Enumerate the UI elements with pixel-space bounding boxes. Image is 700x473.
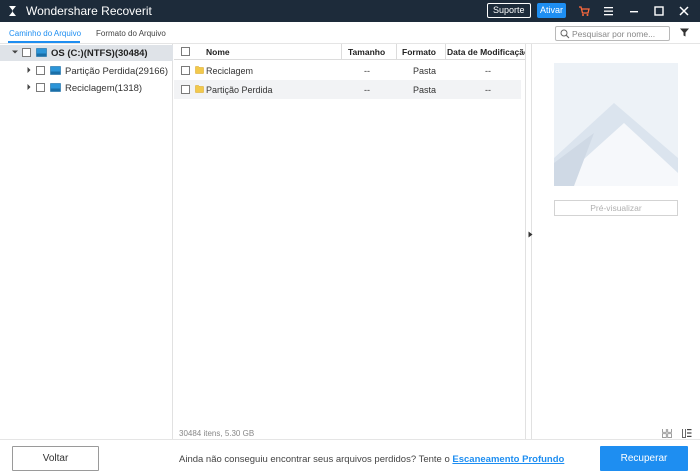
table-row[interactable]: Reciclagem -- Pasta -- [174, 61, 521, 80]
tree-checkbox[interactable] [36, 66, 45, 75]
partition-icon [50, 66, 61, 75]
item-count-status: 30484 itens, 5.30 GB [179, 429, 255, 438]
tree-item-label: Partição Perdida(29166) [65, 66, 168, 77]
list-view-icon[interactable] [682, 428, 692, 438]
chevron-right-icon[interactable] [25, 83, 33, 91]
menu-icon[interactable] [601, 3, 617, 19]
cell-format: Pasta [413, 66, 437, 76]
file-table: Nome Tamanho Formato Data de Modificação… [174, 44, 529, 429]
maximize-icon[interactable] [651, 3, 667, 19]
cell-date: -- [485, 66, 491, 76]
title-bar: Wondershare Recoverit [0, 0, 700, 22]
row-checkbox[interactable] [181, 85, 190, 94]
cart-icon[interactable] [576, 3, 592, 19]
cell-name: Reciclagem [206, 66, 254, 76]
deep-scan-message: Ainda não conseguiu encontrar seus arqui… [179, 454, 453, 465]
cell-size: -- [364, 66, 370, 76]
recover-button[interactable]: Recuperar [600, 446, 688, 471]
column-header-date[interactable]: Data de Modificação [447, 47, 529, 57]
minimize-icon[interactable] [626, 3, 642, 19]
chevron-right-icon[interactable] [25, 66, 33, 74]
preview-button[interactable]: Pré-visualizar [554, 200, 678, 216]
activate-button[interactable]: Ativar [537, 3, 566, 18]
deep-scan-link[interactable]: Escaneamento Profundo [452, 454, 564, 465]
drive-icon [36, 48, 47, 57]
app-title: Wondershare Recoverit [26, 4, 152, 18]
tree-checkbox[interactable] [36, 83, 45, 92]
search-box[interactable] [555, 26, 670, 41]
select-all-checkbox[interactable] [181, 47, 190, 56]
support-button[interactable]: Suporte [487, 3, 531, 18]
preview-placeholder-image [554, 63, 678, 186]
cell-name: Partição Perdida [206, 85, 273, 95]
column-header-name[interactable]: Nome [206, 47, 230, 57]
folder-icon [195, 66, 204, 74]
table-row[interactable]: Partição Perdida -- Pasta -- [174, 80, 521, 99]
active-tab-indicator [8, 41, 80, 43]
tree-item-label: Reciclagem(1318) [65, 83, 143, 94]
column-separator[interactable] [341, 44, 342, 60]
status-bar: 30484 itens, 5.30 GB [174, 429, 700, 439]
search-icon [560, 29, 570, 39]
cell-date: -- [485, 85, 491, 95]
tree-item-label: OS (C:)(NTFS)(30484) [51, 48, 148, 59]
chevron-down-icon[interactable] [11, 48, 19, 56]
column-separator[interactable] [445, 44, 446, 60]
cell-size: -- [364, 85, 370, 95]
tab-file-path[interactable]: Caminho do Arquivo [9, 29, 81, 38]
column-header-size[interactable]: Tamanho [348, 47, 385, 57]
search-input[interactable] [572, 28, 667, 39]
filter-icon[interactable] [679, 27, 690, 38]
deep-scan-prompt: Ainda não conseguiu encontrar seus arqui… [179, 454, 564, 465]
column-separator[interactable] [396, 44, 397, 60]
back-button[interactable]: Voltar [12, 446, 99, 471]
tree-checkbox[interactable] [22, 48, 31, 57]
tab-file-format[interactable]: Formato do Arquivo [96, 29, 166, 38]
partition-icon [50, 83, 61, 92]
row-checkbox[interactable] [181, 66, 190, 75]
panel-splitter[interactable] [525, 44, 532, 439]
folder-tree-panel: OS (C:)(NTFS)(30484) Partição Perdida(29… [0, 44, 173, 439]
folder-icon [195, 85, 204, 93]
close-icon[interactable] [676, 3, 692, 19]
cell-format: Pasta [413, 85, 437, 95]
app-logo-icon [9, 6, 16, 16]
grid-view-icon[interactable] [662, 428, 672, 438]
tree-item-recycle[interactable]: Reciclagem(1318) [0, 80, 173, 96]
tree-item-os-drive[interactable]: OS (C:)(NTFS)(30484) [0, 45, 173, 61]
table-header: Nome Tamanho Formato Data de Modificação [174, 44, 529, 60]
column-header-format[interactable]: Formato [402, 47, 436, 57]
tree-item-lost-partition[interactable]: Partição Perdida(29166) [0, 63, 173, 79]
